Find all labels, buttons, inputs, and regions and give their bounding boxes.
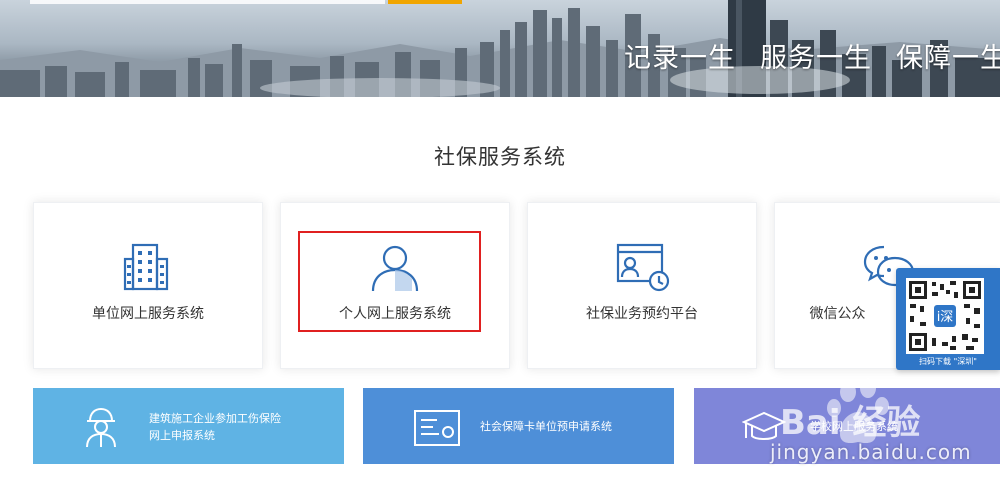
tile-label: 建筑施工企业参加工伤保险 网上申报系统	[149, 410, 281, 444]
slogan-part-2: 服务一生	[760, 43, 872, 74]
card-unit-service[interactable]: 单位网上服务系统	[33, 202, 263, 369]
slogan-part-3: 保障一生	[896, 43, 1000, 74]
card-label: 单位网上服务系统	[92, 306, 204, 322]
tile-label-line2: 网上申报系统	[149, 429, 215, 442]
svg-text:Bai 经验: Bai 经验	[780, 403, 920, 443]
card-label: 社保业务预约平台	[586, 306, 698, 322]
banner-slogan: 记录一生 服务一生 保障一生	[600, 36, 1000, 75]
card-appointment-platform[interactable]: 社保业务预约平台	[527, 202, 757, 369]
worker-icon	[86, 407, 116, 448]
tile-construction-injury-insurance[interactable]: 建筑施工企业参加工伤保险 网上申报系统	[33, 388, 344, 464]
card-label: 微信公众	[809, 306, 866, 322]
tile-social-security-card[interactable]: 社会保障卡单位预申请系统	[363, 388, 674, 464]
card-icon	[414, 410, 460, 446]
search-button[interactable]	[388, 0, 462, 4]
banner: 记录一生 服务一生 保障一生	[0, 0, 1000, 97]
slogan-part-1: 记录一生	[624, 43, 736, 74]
highlight-box	[298, 231, 481, 332]
search-input[interactable]	[30, 0, 385, 4]
section-title: 社保服务系统	[434, 145, 566, 169]
watermark-url: jingyan.baidu.com	[770, 440, 972, 464]
svg-text:i深: i深	[937, 310, 954, 325]
building-icon	[123, 243, 169, 291]
tile-label-line1: 建筑施工企业参加工伤保险	[149, 412, 281, 425]
qr-caption: 扫码下载 "深圳"	[919, 357, 977, 366]
qr-code-image: i深	[906, 278, 984, 354]
calendar-clock-icon	[616, 243, 670, 292]
qr-code-popup[interactable]: i深 扫码下载 "深圳"	[896, 268, 1000, 370]
tile-label-line1: 社会保障卡单位预申请系统	[480, 420, 612, 433]
tile-label: 社会保障卡单位预申请系统	[480, 418, 612, 435]
